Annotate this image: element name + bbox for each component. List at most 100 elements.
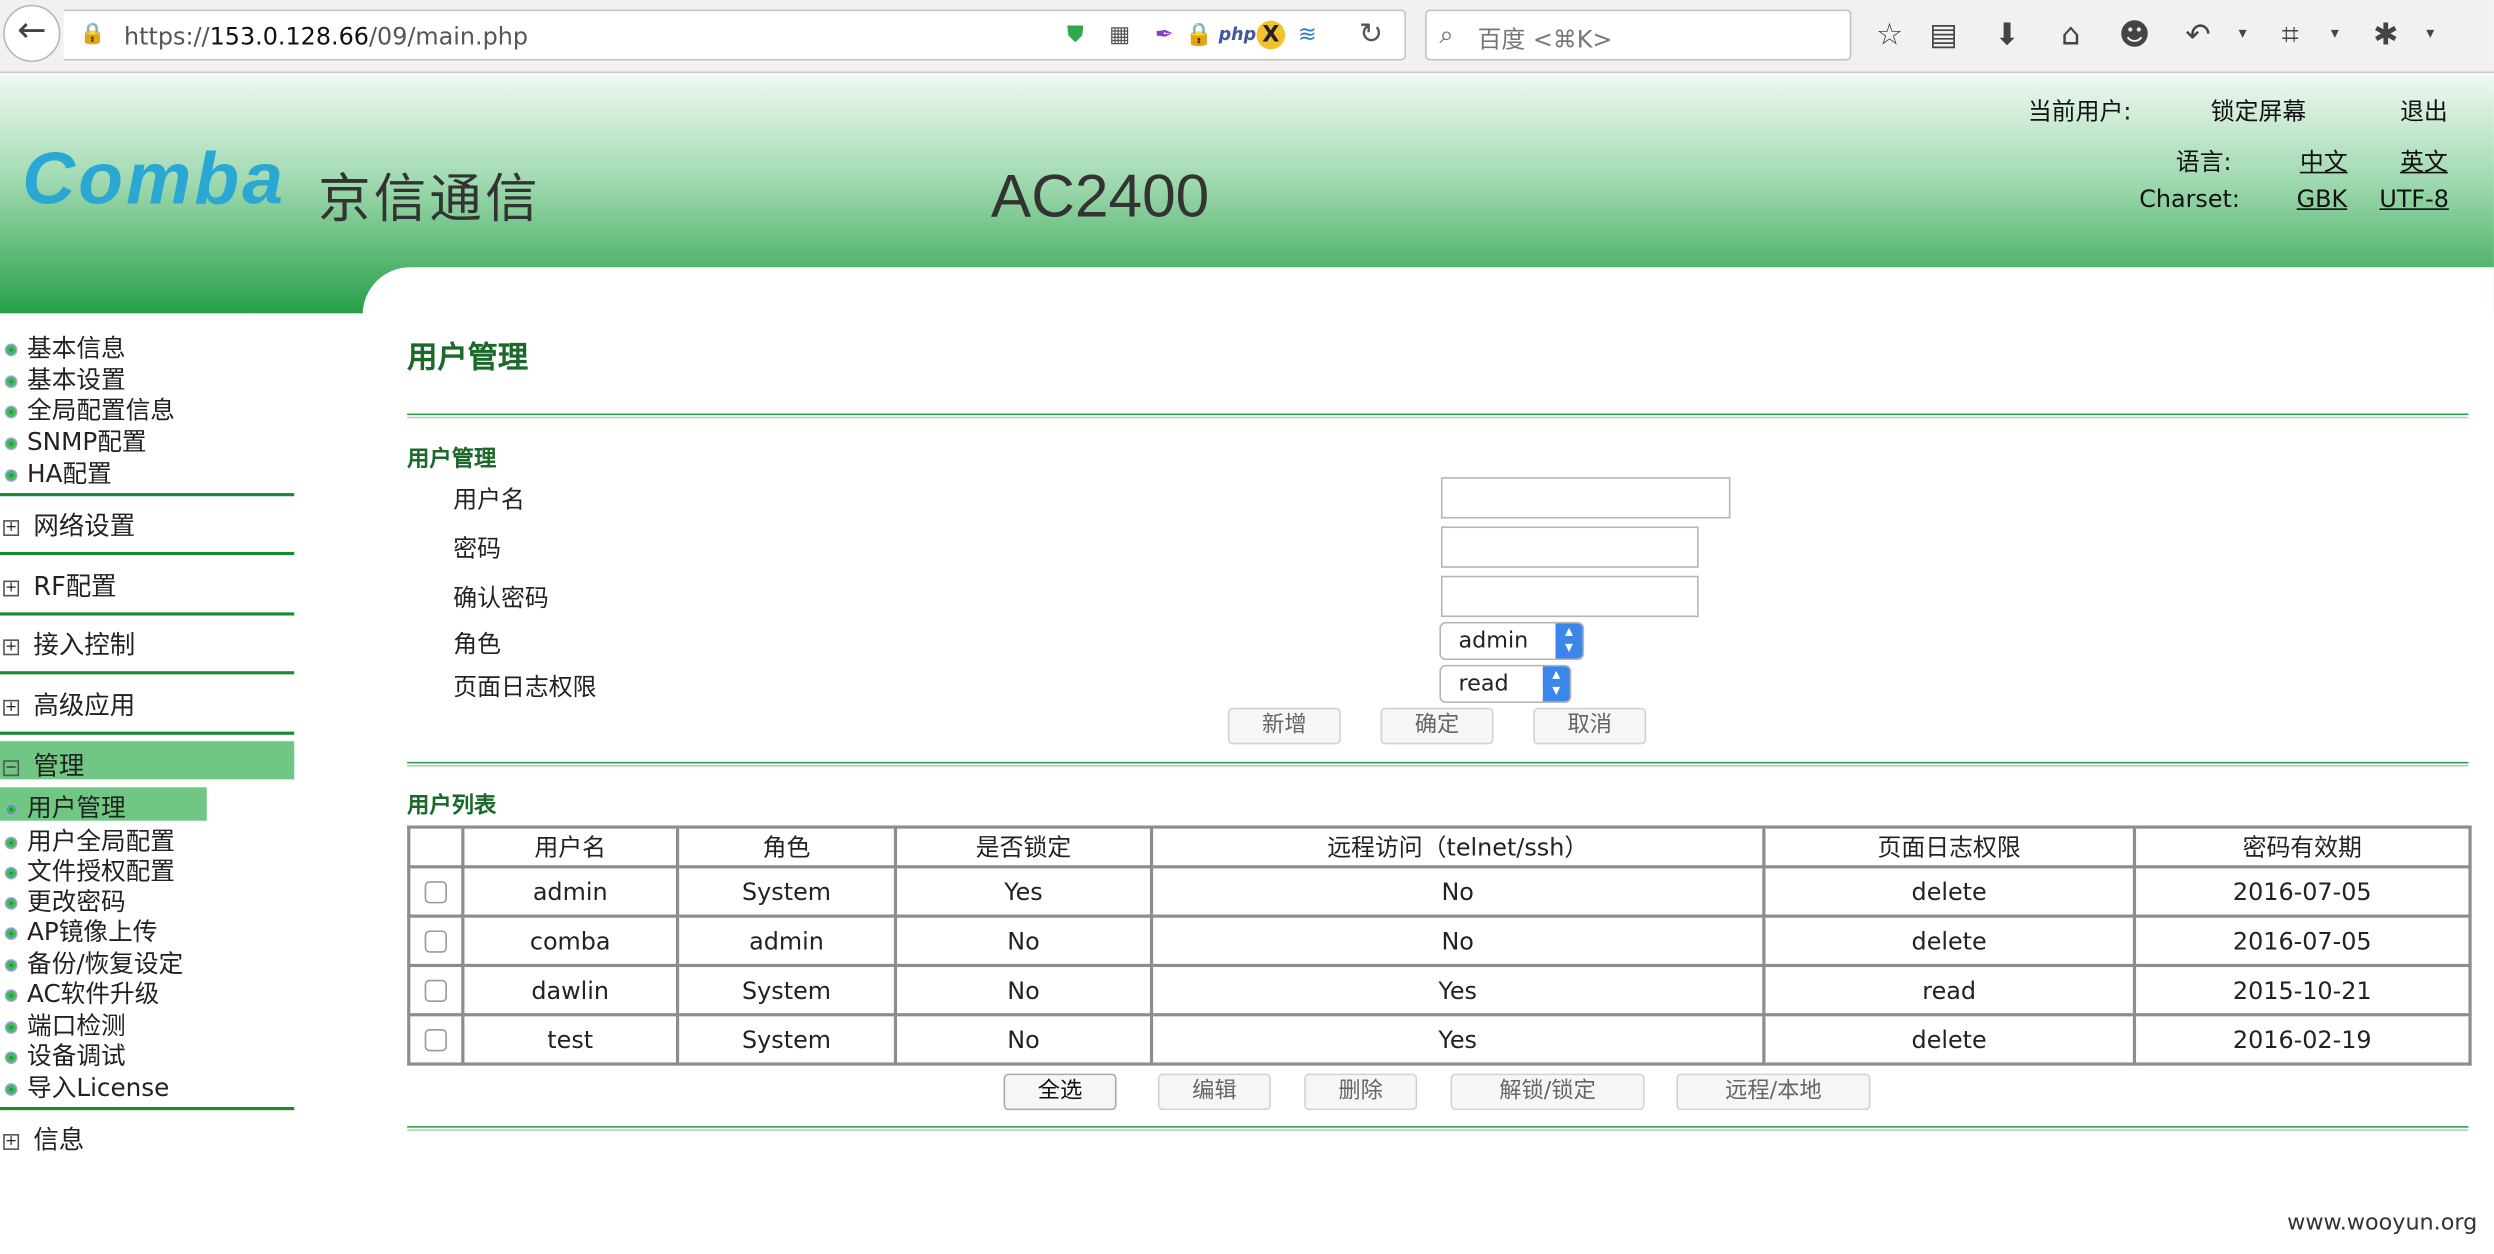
lock-screen-link[interactable]: 锁定屏幕: [2211, 94, 2306, 127]
table-row: dawlin System No Yes read 2015-10-21: [407, 963, 2472, 1017]
sidebar-category-access[interactable]: + 接入控制: [0, 623, 135, 660]
cell-role: System: [675, 865, 898, 918]
firebug-icon[interactable]: ✱: [2367, 16, 2405, 54]
wave-icon[interactable]: ≋: [1291, 21, 1323, 50]
add-button[interactable]: 新增: [1227, 707, 1341, 745]
reading-list-icon[interactable]: ▤: [1925, 16, 1963, 54]
row-select-cell: [407, 865, 465, 918]
url-text[interactable]: https://153.0.128.66/09/main.php: [124, 22, 528, 51]
sidebar-item-ac-upgrade[interactable]: AC软件升级: [0, 975, 159, 1008]
sidebar-category-info[interactable]: + 信息: [0, 1118, 84, 1155]
row-checkbox[interactable]: [424, 1029, 447, 1052]
sidebar-item-device-debug[interactable]: 设备调试: [0, 1037, 126, 1070]
language-label: 语言:: [2175, 147, 2232, 177]
sidebar-category-manage[interactable]: − 管理: [0, 741, 295, 781]
download-icon[interactable]: ⬇: [1988, 16, 2026, 54]
crop-icon[interactable]: ⌗: [2271, 16, 2309, 54]
sidebar-item-ha[interactable]: HA配置: [0, 455, 112, 488]
unlock-lock-button[interactable]: 解锁/锁定: [1450, 1073, 1645, 1111]
back-icon[interactable]: ←: [3, 4, 61, 63]
charset-gbk-link[interactable]: GBK: [2297, 184, 2348, 213]
bullet-icon: [4, 468, 18, 482]
bullet-icon: [4, 404, 18, 418]
reload-icon[interactable]: ↻: [1355, 20, 1387, 50]
product-name: AC2400: [990, 163, 1210, 231]
sidebar-item-basic-info[interactable]: 基本信息: [0, 329, 126, 363]
sidebar-item-port-check[interactable]: 端口检测: [0, 1007, 126, 1040]
undo-icon[interactable]: ↶: [2179, 16, 2217, 54]
sidebar-category-rf[interactable]: + RF配置: [0, 565, 117, 601]
sidebar-item-ap-image-upload[interactable]: AP镜像上传: [0, 913, 157, 946]
remote-local-button[interactable]: 远程/本地: [1676, 1073, 1871, 1111]
dropdown-icon[interactable]: ▾: [2411, 16, 2449, 54]
sidebar-item-user-management[interactable]: 用户管理: [0, 787, 207, 822]
search-bar[interactable]: ⌕ 百度 <⌘K>: [1425, 9, 1852, 61]
cell-role: admin: [675, 914, 898, 968]
search-placeholder: 百度 <⌘K>: [1477, 25, 1613, 55]
dropdown-icon[interactable]: ▾: [2316, 16, 2354, 54]
sidebar-category-advanced[interactable]: + 高级应用: [0, 684, 135, 720]
cell-remote-access: Yes: [1149, 963, 1766, 1017]
cell-locked: No: [893, 1013, 1154, 1066]
sidebar-item-backup-restore[interactable]: 备份/恢复设定: [0, 945, 183, 978]
cell-username: dawlin: [461, 963, 680, 1017]
chat-icon[interactable]: ☻: [2115, 16, 2153, 54]
url-bar[interactable]: 🔒 https://153.0.128.66/09/main.php ⛊ ▦ ✒…: [63, 9, 1407, 61]
user-table: 用户名 角色 是否锁定 远程访问（telnet/ssh） 页面日志权限 密码有效…: [407, 825, 2472, 1066]
role-select[interactable]: admin ▴ ▾: [1439, 621, 1585, 661]
cancel-button[interactable]: 取消: [1533, 707, 1647, 745]
row-checkbox[interactable]: [424, 979, 447, 1003]
confirm-password-input[interactable]: [1440, 575, 1699, 618]
table-row: admin System Yes No delete 2016-07-05: [407, 865, 2472, 918]
confirm-button[interactable]: 确定: [1380, 707, 1494, 745]
collapse-icon: −: [3, 759, 20, 776]
lang-english-link[interactable]: 英文: [2400, 145, 2448, 178]
edit-button[interactable]: 编辑: [1157, 1073, 1271, 1111]
bullet-icon: [4, 896, 18, 909]
sidebar-item-snmp[interactable]: SNMP配置: [0, 423, 147, 456]
current-user-label: 当前用户:: [2027, 97, 2132, 126]
lang-chinese-link[interactable]: 中文: [2300, 145, 2348, 178]
role-label: 角色: [453, 629, 502, 659]
sidebar-item-user-global-config[interactable]: 用户全局配置: [0, 822, 175, 856]
qrcode-icon[interactable]: ▦: [1104, 21, 1136, 50]
row-checkbox[interactable]: [424, 881, 447, 904]
username-input[interactable]: [1440, 477, 1731, 519]
column-header: 是否锁定: [893, 825, 1154, 869]
expand-icon: +: [3, 699, 20, 715]
bullet-icon: [4, 1050, 18, 1064]
table-row: comba admin No No delete 2016-07-05: [407, 914, 2472, 968]
password-input[interactable]: [1440, 526, 1699, 568]
home-icon[interactable]: ⌂: [2052, 16, 2090, 54]
sidebar-item-import-license[interactable]: 导入License: [0, 1069, 169, 1102]
sidebar-item-global-config[interactable]: 全局配置信息: [0, 391, 175, 425]
cell-password-expiry: 2016-07-05: [2132, 865, 2472, 918]
shield-icon[interactable]: ⛊: [1059, 21, 1091, 50]
app-header: Comba 京信通信 AC2400 当前用户: 锁定屏幕 退出 语言: 中文 英…: [0, 74, 2494, 315]
sidebar-category-network[interactable]: + 网络设置: [0, 504, 135, 541]
dropdown-icon[interactable]: ▾: [2224, 16, 2262, 54]
feather-icon[interactable]: ✒: [1148, 21, 1180, 50]
log-permission-select[interactable]: read ▴ ▾: [1439, 664, 1572, 704]
select-all-button[interactable]: 全选: [1003, 1073, 1117, 1111]
username-label: 用户名: [453, 485, 525, 514]
sidebar-item-change-password[interactable]: 更改密码: [0, 883, 126, 916]
column-header: 页面日志权限: [1762, 825, 2137, 869]
bullet-icon: [4, 988, 18, 1002]
logo-chinese: 京信通信: [318, 167, 541, 230]
cell-remote-access: No: [1149, 865, 1766, 918]
bookmark-star-icon[interactable]: ☆: [1870, 16, 1908, 54]
charset-utf8-link[interactable]: UTF-8: [2379, 184, 2449, 213]
row-checkbox[interactable]: [424, 930, 447, 953]
logout-link[interactable]: 退出: [2400, 94, 2448, 127]
user-list-title: 用户列表: [407, 793, 497, 820]
sidebar-item-basic-settings[interactable]: 基本设置: [0, 361, 126, 394]
cell-password-expiry: 2016-07-05: [2132, 914, 2472, 968]
x-extension-icon[interactable]: X: [1256, 20, 1286, 50]
cell-log-permission: delete: [1762, 914, 2137, 968]
php-icon[interactable]: php: [1218, 21, 1257, 50]
sidebar-divider: [0, 551, 295, 556]
delete-button[interactable]: 删除: [1304, 1073, 1418, 1111]
sidebar-item-file-auth[interactable]: 文件授权配置: [0, 853, 175, 886]
padlock-icon[interactable]: 🔒: [1183, 21, 1215, 50]
